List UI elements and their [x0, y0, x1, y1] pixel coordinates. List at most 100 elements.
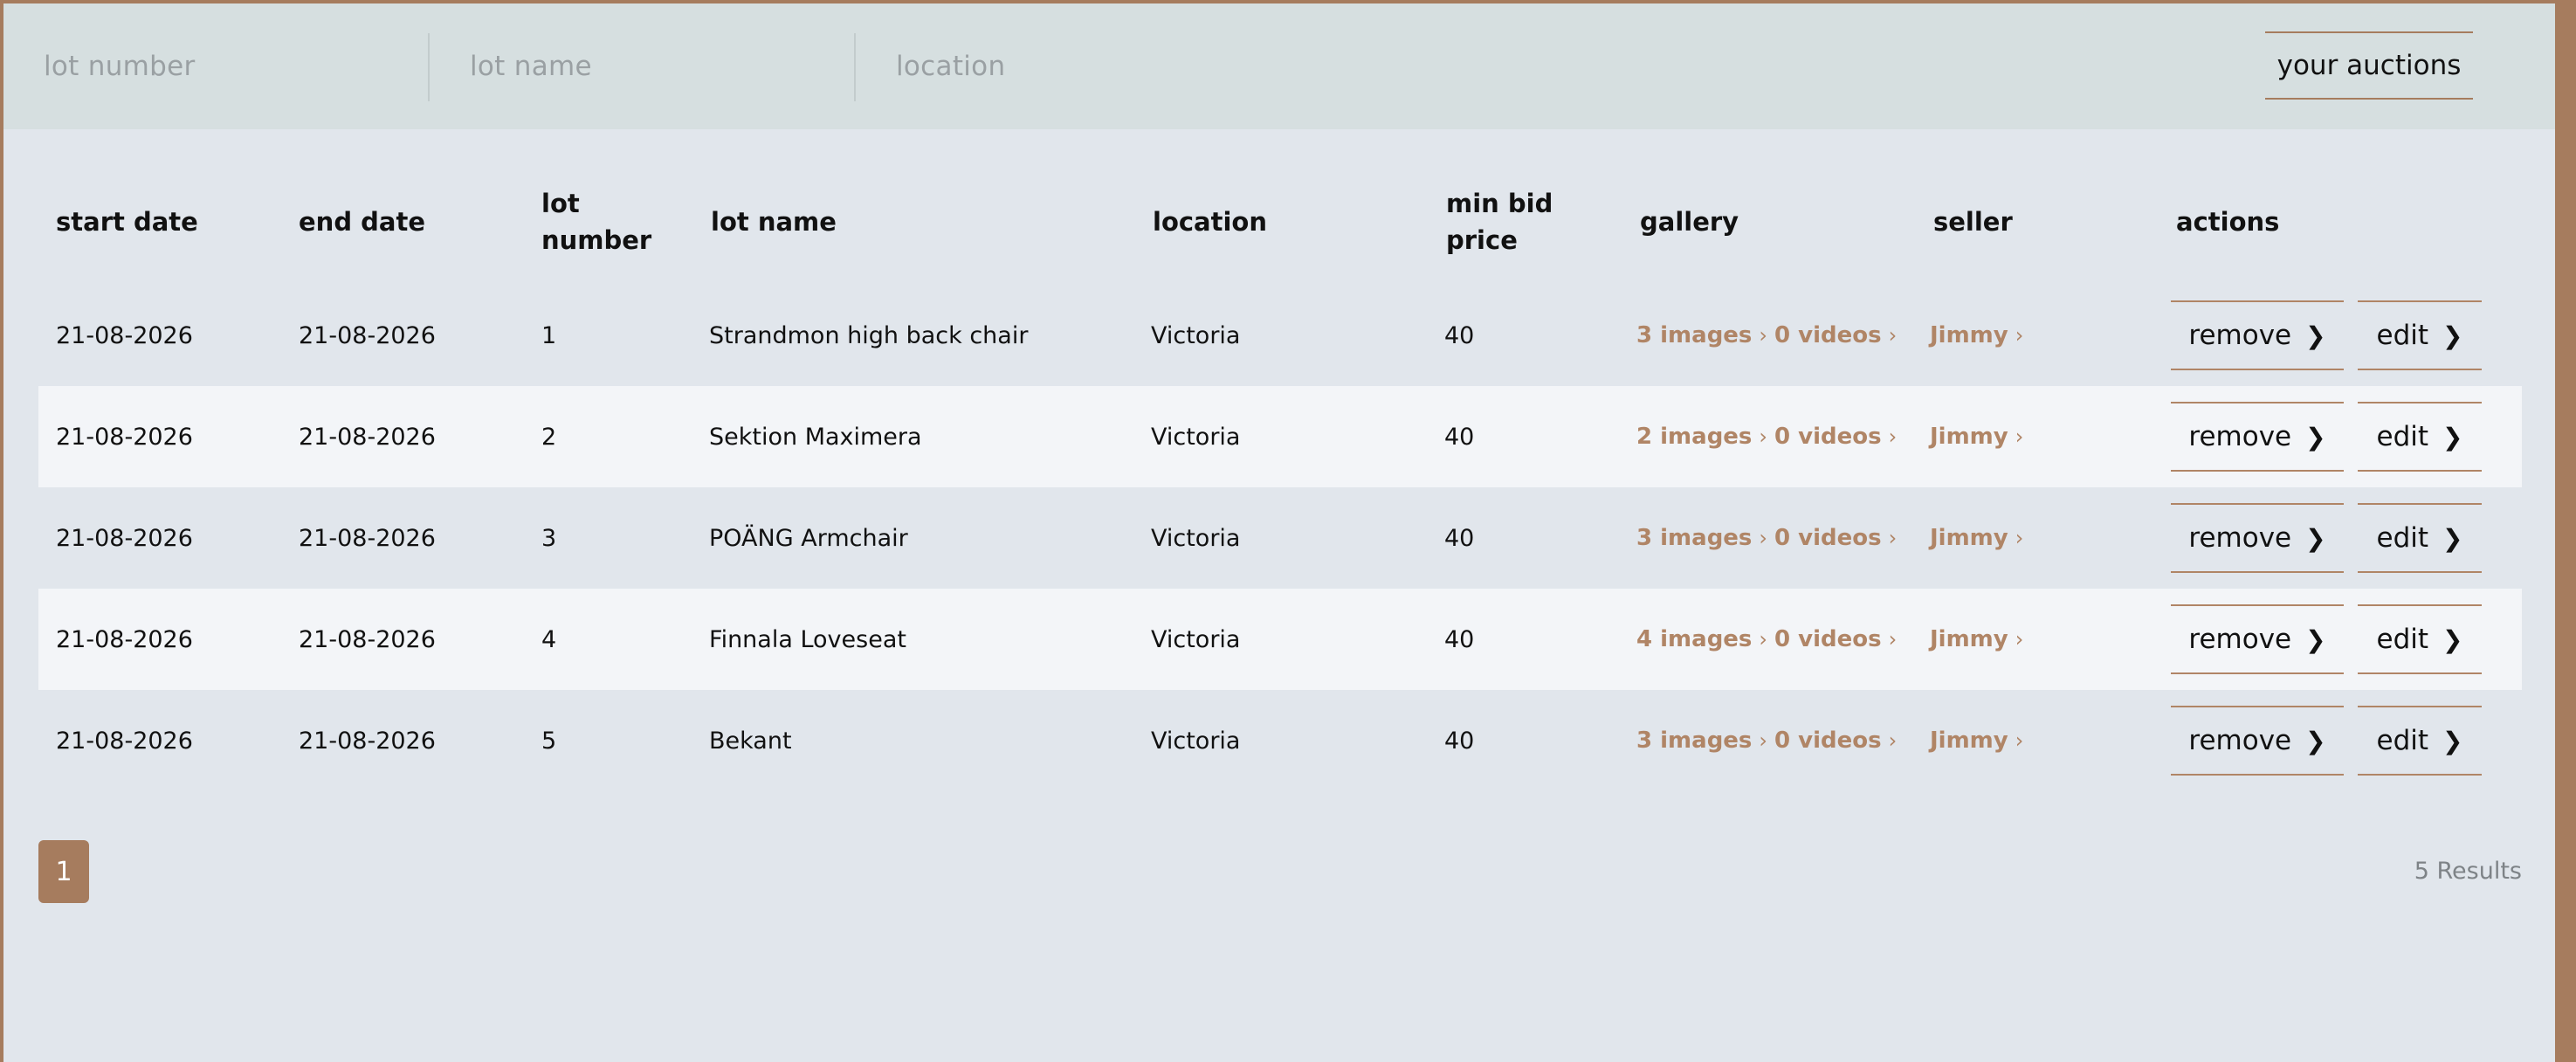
edit-label: edit: [2376, 320, 2429, 351]
remove-button[interactable]: remove ❯: [2171, 706, 2344, 776]
your-auctions-button[interactable]: your auctions: [2265, 31, 2473, 100]
seller-name: Jimmy: [1930, 525, 2008, 551]
cell-end-date: 21-08-2026: [299, 524, 436, 552]
remove-label: remove: [2188, 522, 2292, 554]
gallery-images-link[interactable]: 4 images ›: [1636, 589, 1767, 690]
gallery-images-link[interactable]: 2 images ›: [1636, 386, 1767, 487]
location-placeholder: location: [896, 51, 1006, 82]
cell-location: Victoria: [1151, 321, 1241, 349]
cell-start-date: 21-08-2026: [56, 524, 193, 552]
gallery-images-link[interactable]: 3 images ›: [1636, 487, 1767, 589]
seller-link[interactable]: Jimmy ›: [1930, 690, 2023, 791]
chevron-right-icon: ›: [2015, 424, 2024, 449]
header-lot-number: lot number: [541, 189, 652, 255]
gallery-images-link[interactable]: 3 images ›: [1636, 285, 1767, 386]
header-lot-name: lot name: [711, 207, 837, 237]
cell-lot-number: 2: [541, 423, 557, 451]
gallery-videos-link[interactable]: 0 videos ›: [1774, 386, 1897, 487]
chevron-right-icon: ›: [1888, 728, 1898, 753]
pagination-page-1[interactable]: 1: [38, 840, 89, 903]
cell-lot-name: POÄNG Armchair: [709, 524, 908, 552]
cell-end-date: 21-08-2026: [299, 423, 436, 451]
seller-link[interactable]: Jimmy ›: [1930, 386, 2023, 487]
images-count: 3 images: [1636, 728, 1753, 754]
edit-label: edit: [2376, 624, 2429, 655]
lot-number-filter-input[interactable]: lot number: [44, 3, 419, 129]
gallery-videos-link[interactable]: 0 videos ›: [1774, 690, 1897, 791]
edit-button[interactable]: edit ❯: [2358, 604, 2482, 674]
seller-link[interactable]: Jimmy ›: [1930, 589, 2023, 690]
edit-label: edit: [2376, 522, 2429, 554]
seller-link[interactable]: Jimmy ›: [1930, 285, 2023, 386]
videos-count: 0 videos: [1774, 424, 1882, 450]
cell-lot-name: Strandmon high back chair: [709, 321, 1029, 349]
cell-lot-number: 3: [541, 524, 557, 552]
chevron-right-icon: ›: [2015, 627, 2024, 652]
remove-button[interactable]: remove ❯: [2171, 604, 2344, 674]
chevron-right-icon: ›: [1759, 323, 1768, 348]
cell-min-bid-price: 40: [1444, 727, 1475, 755]
cell-lot-name: Sektion Maximera: [709, 423, 922, 451]
table-row: 21-08-2026 21-08-2026 2 Sektion Maximera Vic…: [38, 386, 2522, 487]
cell-start-date: 21-08-2026: [56, 321, 193, 349]
cell-min-bid-price: 40: [1444, 524, 1475, 552]
table-row: 21-08-2026 21-08-2026 5 Bekant Victoria 40 3 i…: [38, 690, 2522, 791]
cell-location: Victoria: [1151, 524, 1241, 552]
chevron-right-icon: ›: [1759, 526, 1768, 550]
chevron-right-icon: ❯: [2442, 321, 2463, 350]
chevron-right-icon: ›: [1888, 424, 1898, 449]
chevron-right-icon: ❯: [2442, 523, 2463, 553]
table-row: 21-08-2026 21-08-2026 4 Finnala Loveseat Vic…: [38, 589, 2522, 690]
location-filter-input[interactable]: location: [896, 3, 1271, 129]
cell-start-date: 21-08-2026: [56, 727, 193, 755]
chevron-right-icon: ›: [1888, 627, 1898, 652]
header-gallery: gallery: [1640, 207, 1739, 237]
edit-button[interactable]: edit ❯: [2358, 402, 2482, 472]
table-row: 21-08-2026 21-08-2026 1 Strandmon high back…: [38, 285, 2522, 386]
cell-min-bid-price: 40: [1444, 625, 1475, 653]
edit-label: edit: [2376, 421, 2429, 452]
gallery-videos-link[interactable]: 0 videos ›: [1774, 487, 1897, 589]
seller-name: Jimmy: [1930, 424, 2008, 450]
gallery-videos-link[interactable]: 0 videos ›: [1774, 285, 1897, 386]
seller-link[interactable]: Jimmy ›: [1930, 487, 2023, 589]
cell-min-bid-price: 40: [1444, 423, 1475, 451]
cell-location: Victoria: [1151, 727, 1241, 755]
your-auctions-label: your auctions: [2276, 50, 2462, 81]
gallery-images-link[interactable]: 3 images ›: [1636, 690, 1767, 791]
chevron-right-icon: ›: [1759, 424, 1768, 449]
remove-label: remove: [2188, 725, 2292, 756]
images-count: 2 images: [1636, 424, 1753, 450]
edit-button[interactable]: edit ❯: [2358, 706, 2482, 776]
edit-button[interactable]: edit ❯: [2358, 300, 2482, 370]
remove-label: remove: [2188, 320, 2292, 351]
remove-button[interactable]: remove ❯: [2171, 300, 2344, 370]
header-seller: seller: [1933, 207, 2013, 237]
table-header: start date end date lot number lot name …: [38, 169, 2522, 274]
results-count: 5 Results: [2414, 858, 2522, 885]
filter-bar: lot number lot name location your auctio…: [3, 3, 2555, 129]
gallery-videos-link[interactable]: 0 videos ›: [1774, 589, 1897, 690]
lot-name-filter-input[interactable]: lot name: [470, 3, 845, 129]
images-count: 4 images: [1636, 626, 1753, 652]
cell-lot-number: 1: [541, 321, 557, 349]
page-frame: lot number lot name location your auctio…: [3, 3, 2555, 1062]
chevron-right-icon: ›: [1759, 627, 1768, 652]
images-count: 3 images: [1636, 322, 1753, 348]
cell-location: Victoria: [1151, 423, 1241, 451]
filter-divider: [428, 33, 430, 101]
chevron-right-icon: ❯: [2442, 726, 2463, 755]
remove-label: remove: [2188, 624, 2292, 655]
seller-name: Jimmy: [1930, 322, 2008, 348]
videos-count: 0 videos: [1774, 626, 1882, 652]
filter-divider: [854, 33, 856, 101]
edit-button[interactable]: edit ❯: [2358, 503, 2482, 573]
remove-button[interactable]: remove ❯: [2171, 402, 2344, 472]
chevron-right-icon: ❯: [2305, 523, 2326, 553]
chevron-right-icon: ❯: [2442, 624, 2463, 654]
remove-button[interactable]: remove ❯: [2171, 503, 2344, 573]
chevron-right-icon: ❯: [2305, 726, 2326, 755]
videos-count: 0 videos: [1774, 322, 1882, 348]
cell-min-bid-price: 40: [1444, 321, 1475, 349]
cell-end-date: 21-08-2026: [299, 625, 436, 653]
